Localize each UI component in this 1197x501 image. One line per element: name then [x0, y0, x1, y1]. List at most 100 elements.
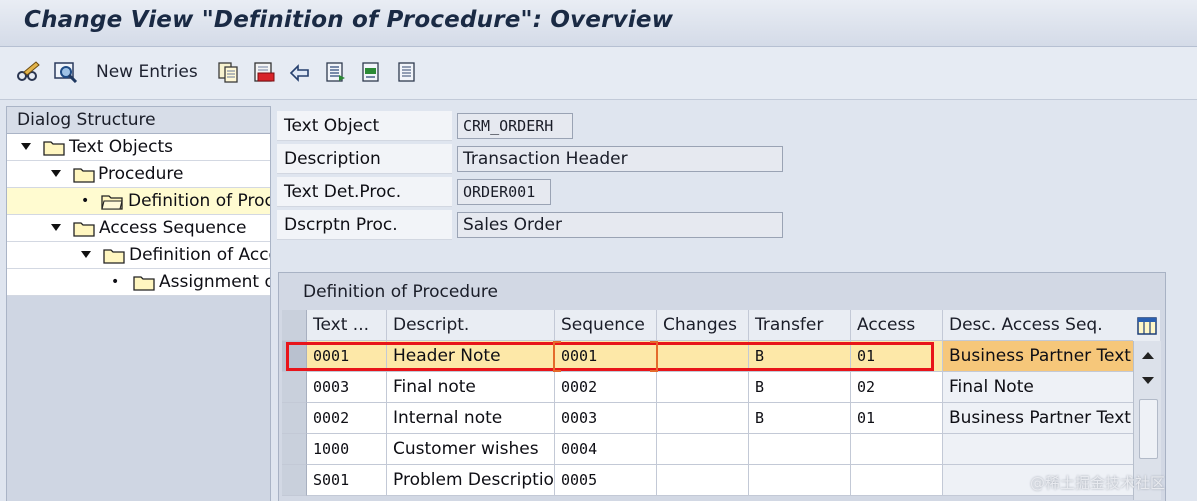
cell-descript[interactable]: Internal note — [387, 403, 555, 434]
row-selector[interactable] — [282, 465, 307, 496]
folder-icon — [43, 141, 65, 156]
undo-icon[interactable] — [288, 59, 312, 85]
table-settings-icon — [1136, 316, 1157, 335]
text-object-label: Text Object — [277, 111, 452, 141]
cell-text-id[interactable]: S001 — [307, 465, 387, 496]
text-det-proc-field[interactable]: ORDER001 — [457, 179, 551, 205]
scroll-up-icon[interactable] — [1134, 343, 1161, 369]
description-label: Description — [277, 144, 452, 174]
cell-access[interactable] — [851, 434, 943, 465]
cell-changes[interactable] — [657, 465, 749, 496]
cell-changes[interactable] — [657, 434, 749, 465]
column-settings-button[interactable] — [1133, 310, 1160, 342]
cell-text-id[interactable]: 0003 — [307, 372, 387, 403]
cell-desc-access: Business Partner Text — [943, 403, 1134, 434]
scroll-thumb[interactable] — [1139, 399, 1158, 459]
tree-item-procedure[interactable]: Procedure — [7, 161, 270, 188]
copy-icon[interactable] — [216, 59, 240, 85]
tree-item-label: Procedure — [98, 164, 184, 184]
folder-icon — [103, 249, 125, 264]
cell-desc-access: Final Note — [943, 372, 1134, 403]
deselect-all-icon[interactable] — [396, 59, 420, 85]
cell-descript[interactable]: Customer wishes — [387, 434, 555, 465]
cell-descript[interactable]: Header Note — [387, 341, 555, 372]
expand-arrow-icon[interactable] — [19, 134, 33, 160]
cell-sequence[interactable]: 0004 — [555, 434, 657, 465]
glasses-pencil-icon[interactable] — [16, 59, 40, 85]
dialog-structure-title: Dialog Structure — [7, 107, 270, 134]
cell-changes[interactable] — [657, 403, 749, 434]
cell-changes[interactable] — [657, 341, 749, 372]
description-field[interactable]: Transaction Header — [457, 146, 783, 172]
row-selector[interactable] — [282, 403, 307, 434]
column-header-access[interactable]: Access — [851, 310, 943, 341]
table-title: Definition of Procedure — [303, 282, 498, 302]
column-header-desc-access[interactable]: Desc. Access Seq. — [943, 310, 1134, 341]
row-selector[interactable] — [282, 372, 307, 403]
cell-descript[interactable]: Final note — [387, 372, 555, 403]
cell-transfer[interactable] — [749, 434, 851, 465]
column-header-text-id[interactable]: Text ... — [307, 310, 387, 341]
cell-sequence[interactable]: 0005 — [555, 465, 657, 496]
cell-sequence[interactable]: 0001 — [555, 341, 657, 372]
column-header-changes[interactable]: Changes — [657, 310, 749, 341]
cell-access[interactable]: 01 — [851, 341, 943, 372]
cell-access[interactable]: 01 — [851, 403, 943, 434]
cell-desc-access: Business Partner Text — [943, 341, 1134, 372]
new-entries-button[interactable]: New Entries — [96, 59, 198, 85]
text-det-proc-label: Text Det.Proc. — [277, 177, 452, 207]
display-icon[interactable] — [54, 59, 78, 85]
cell-text-id[interactable]: 0002 — [307, 403, 387, 434]
cell-access[interactable] — [851, 465, 943, 496]
description-row: Description Transaction Header — [277, 144, 787, 174]
tree-item-label: Access Sequence — [99, 218, 247, 238]
expand-arrow-icon[interactable] — [49, 161, 63, 187]
watermark-text: @稀土掘金技术社区 — [1030, 474, 1166, 492]
tree-item-text-objects[interactable]: Text Objects — [7, 134, 270, 161]
cell-transfer[interactable]: B — [749, 341, 851, 372]
column-header-descript[interactable]: Descript. — [387, 310, 555, 341]
application-toolbar: New Entries — [0, 47, 1197, 100]
cell-changes[interactable] — [657, 372, 749, 403]
column-header-sequence[interactable]: Sequence — [555, 310, 657, 341]
bullet-icon: • — [111, 274, 120, 290]
tree-item-definition-of-procedure[interactable]: • Definition of Proc — [7, 188, 270, 215]
text-object-field[interactable]: CRM_ORDERH — [457, 113, 573, 139]
tree-item-assignment[interactable]: • Assignment o — [7, 269, 270, 296]
descr-proc-field[interactable]: Sales Order — [457, 212, 783, 238]
tree-item-access-sequence[interactable]: Access Sequence — [7, 215, 270, 242]
tree-item-label: Text Objects — [69, 137, 174, 157]
folder-icon — [73, 222, 95, 237]
cell-sequence[interactable]: 0003 — [555, 403, 657, 434]
cell-sequence[interactable]: 0002 — [555, 372, 657, 403]
row-selector[interactable] — [282, 434, 307, 465]
select-all-icon[interactable] — [324, 59, 348, 85]
definition-table-panel: Definition of Procedure Text ... Descrip… — [278, 272, 1166, 501]
cell-transfer[interactable]: B — [749, 403, 851, 434]
cell-text-id[interactable]: 1000 — [307, 434, 387, 465]
text-det-proc-row: Text Det.Proc. ORDER001 — [277, 177, 557, 207]
cell-transfer[interactable]: B — [749, 372, 851, 403]
cell-access[interactable]: 02 — [851, 372, 943, 403]
cell-descript[interactable]: Problem Description — [387, 465, 555, 496]
text-object-row: Text Object CRM_ORDERH — [277, 111, 577, 141]
select-block-icon[interactable] — [360, 59, 384, 85]
window-title: Change View "Definition of Procedure": O… — [24, 7, 674, 33]
expand-arrow-icon[interactable] — [79, 242, 93, 268]
select-all-rows-button[interactable] — [282, 310, 307, 341]
tree-item-label: Definition of Proc — [128, 191, 270, 211]
expand-arrow-icon[interactable] — [49, 215, 63, 241]
delete-icon[interactable] — [252, 59, 276, 85]
open-folder-icon — [101, 195, 123, 210]
folder-icon — [73, 168, 95, 183]
tree-item-definition-of-access[interactable]: Definition of Acce — [7, 242, 270, 269]
column-header-transfer[interactable]: Transfer — [749, 310, 851, 341]
bullet-icon: • — [81, 193, 90, 209]
title-bar: Change View "Definition of Procedure": O… — [0, 0, 1197, 47]
folder-icon — [133, 276, 155, 291]
scroll-down-icon[interactable] — [1134, 368, 1161, 394]
cell-transfer[interactable] — [749, 465, 851, 496]
tree-item-label: Assignment o — [159, 272, 270, 292]
cell-text-id[interactable]: 0001 — [307, 341, 387, 372]
row-selector[interactable] — [282, 341, 307, 372]
